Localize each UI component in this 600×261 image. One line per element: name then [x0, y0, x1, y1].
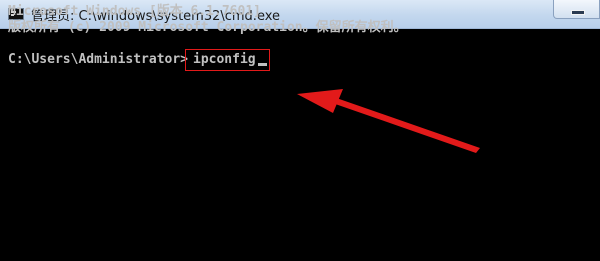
minimize-button[interactable] [553, 0, 600, 19]
console-copyright-line: 版权所有 (c) 2009 Microsoft Corporation。保留所有… [8, 20, 407, 35]
cmd-window: 管理员: C:\windows\system32\cmd.exe Microso… [0, 0, 600, 261]
console-prompt: C:\Users\Administrator> [8, 52, 189, 67]
minimize-icon [571, 10, 585, 15]
text-cursor [258, 63, 267, 66]
console-version-line: Microsoft Windows [版本 6.1.7601] [8, 4, 261, 19]
command-input[interactable]: ipconfig [193, 52, 256, 67]
